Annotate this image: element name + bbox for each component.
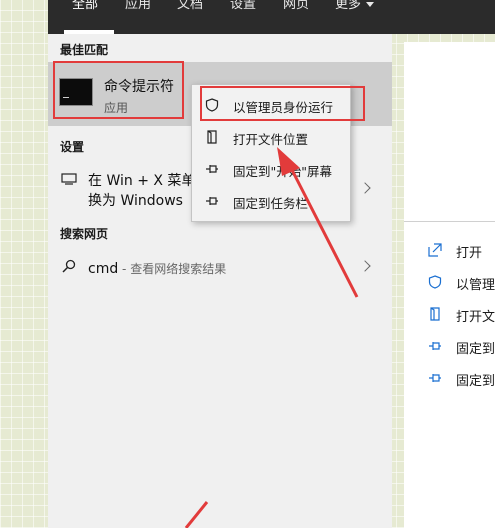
annotation-arrowhead — [277, 147, 300, 176]
annotation-arrow-line-bottom — [184, 501, 209, 528]
annotation-arrows — [184, 147, 359, 528]
annotation-arrow-line — [288, 165, 359, 298]
